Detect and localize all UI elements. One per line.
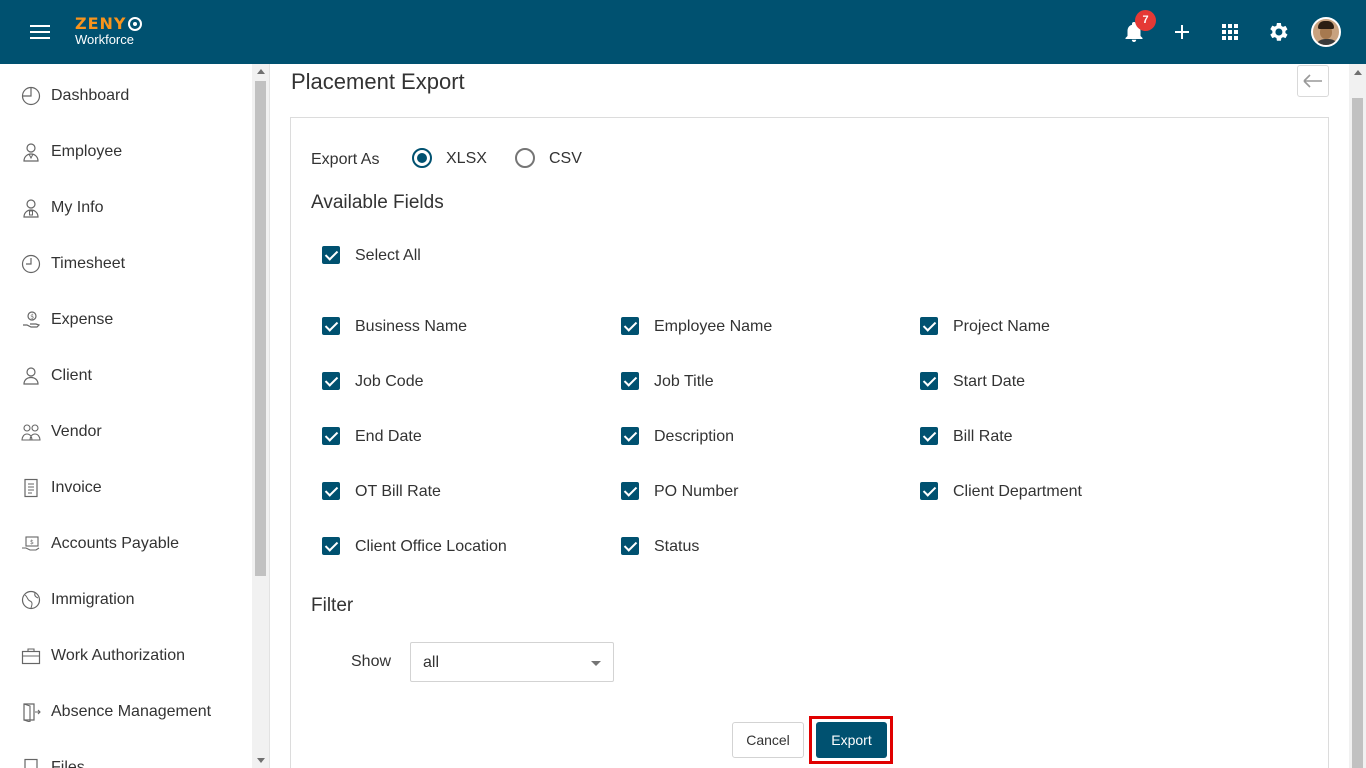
sidebar-item-files[interactable]: Files xyxy=(0,740,252,768)
sidebar-item-vendor[interactable]: Vendor xyxy=(0,404,252,460)
radio-xlsx-label[interactable]: XLSX xyxy=(446,150,487,168)
my-info-icon xyxy=(23,199,39,218)
sidebar-item-immigration[interactable]: Immigration xyxy=(0,572,252,628)
field-label[interactable]: Status xyxy=(654,538,699,556)
svg-text:$: $ xyxy=(30,539,34,546)
filter-heading: Filter xyxy=(311,595,354,616)
svg-text:$: $ xyxy=(30,314,34,321)
export-button[interactable]: Export xyxy=(816,722,887,758)
select-all-checkbox[interactable] xyxy=(322,246,340,264)
files-icon xyxy=(24,758,38,768)
accounts-payable-icon: $ xyxy=(22,536,40,551)
sidebar-scrollbar[interactable] xyxy=(252,64,269,768)
top-bar: ZENY Workforce 7 xyxy=(0,0,1366,64)
field-checkbox-end-date[interactable] xyxy=(322,427,340,445)
field-label[interactable]: Description xyxy=(654,428,734,446)
scroll-down-arrow-icon[interactable] xyxy=(257,758,265,763)
exit-door-icon xyxy=(23,703,41,722)
field-checkbox-job-code[interactable] xyxy=(322,372,340,390)
field-label[interactable]: End Date xyxy=(355,428,422,446)
field-label[interactable]: Client Department xyxy=(953,483,1082,501)
field-checkbox-start-date[interactable] xyxy=(920,372,938,390)
field-checkbox-bill-rate[interactable] xyxy=(920,427,938,445)
export-as-label: Export As xyxy=(311,151,380,168)
field-label[interactable]: Job Title xyxy=(654,373,714,391)
briefcase-icon xyxy=(21,648,41,665)
sidebar: Dashboard Employee My Info Timesheet $ E… xyxy=(0,64,270,768)
field-label[interactable]: Business Name xyxy=(355,318,467,336)
sidebar-item-employee[interactable]: Employee xyxy=(0,124,252,180)
person-icon xyxy=(23,367,39,385)
sidebar-item-expense[interactable]: $ Expense xyxy=(0,292,252,348)
cancel-button[interactable]: Cancel xyxy=(732,722,804,758)
field-label[interactable]: Project Name xyxy=(953,318,1050,336)
field-checkbox-employee-name[interactable] xyxy=(621,317,639,335)
field-checkbox-business-name[interactable] xyxy=(322,317,340,335)
sidebar-item-timesheet[interactable]: Timesheet xyxy=(0,236,252,292)
field-checkbox-client-department[interactable] xyxy=(920,482,938,500)
sidebar-item-client[interactable]: Client xyxy=(0,348,252,404)
field-label[interactable]: Start Date xyxy=(953,373,1025,391)
field-label[interactable]: Employee Name xyxy=(654,318,772,336)
sidebar-item-invoice[interactable]: Invoice xyxy=(0,460,252,516)
show-select[interactable]: all xyxy=(410,642,614,682)
select-all-label[interactable]: Select All xyxy=(355,247,421,265)
main-scrollbar[interactable] xyxy=(1349,64,1366,768)
field-checkbox-po-number[interactable] xyxy=(621,482,639,500)
clock-icon xyxy=(21,254,41,274)
field-label[interactable]: Bill Rate xyxy=(953,428,1013,446)
available-fields-heading: Available Fields xyxy=(311,192,444,213)
sidebar-item-dashboard[interactable]: Dashboard xyxy=(0,68,252,124)
expense-icon: $ xyxy=(23,311,41,328)
dashboard-icon xyxy=(21,86,41,106)
arrow-left-icon xyxy=(1303,74,1322,88)
show-select-value: all xyxy=(423,654,440,671)
scroll-up-arrow-icon[interactable] xyxy=(1354,70,1362,75)
radio-xlsx[interactable] xyxy=(412,148,432,168)
field-checkbox-description[interactable] xyxy=(621,427,639,445)
chevron-down-icon xyxy=(591,661,601,666)
field-checkbox-client-office-location[interactable] xyxy=(322,537,340,555)
apps-grid-icon[interactable] xyxy=(1218,20,1242,44)
page-title: Placement Export xyxy=(291,69,465,94)
back-button[interactable] xyxy=(1297,65,1329,97)
logo-badge-icon xyxy=(127,17,142,31)
field-label[interactable]: PO Number xyxy=(654,483,738,501)
sidebar-item-my-info[interactable]: My Info xyxy=(0,180,252,236)
employee-icon xyxy=(23,143,39,162)
plus-icon[interactable] xyxy=(1170,20,1194,44)
sidebar-item-absence-management[interactable]: Absence Management xyxy=(0,684,252,740)
vendor-icon xyxy=(21,424,41,441)
notification-count-badge: 7 xyxy=(1135,10,1156,31)
field-label[interactable]: Client Office Location xyxy=(355,538,507,556)
sidebar-scroll-thumb[interactable] xyxy=(255,81,266,576)
field-label[interactable]: OT Bill Rate xyxy=(355,483,441,501)
avatar[interactable] xyxy=(1311,17,1341,47)
field-label[interactable]: Job Code xyxy=(355,373,424,391)
menu-icon[interactable] xyxy=(30,25,50,41)
scroll-up-arrow-icon[interactable] xyxy=(257,69,265,74)
radio-csv[interactable] xyxy=(515,148,535,168)
show-label: Show xyxy=(351,653,392,670)
globe-icon xyxy=(21,590,41,610)
sidebar-item-work-authorization[interactable]: Work Authorization xyxy=(0,628,252,684)
logo[interactable]: ZENY Workforce xyxy=(75,16,142,46)
sidebar-item-accounts-payable[interactable]: $ Accounts Payable xyxy=(0,516,252,572)
main-scroll-thumb[interactable] xyxy=(1352,98,1363,768)
gear-icon[interactable] xyxy=(1266,20,1290,44)
radio-csv-label[interactable]: CSV xyxy=(549,150,582,168)
field-checkbox-status[interactable] xyxy=(621,537,639,555)
field-checkbox-job-title[interactable] xyxy=(621,372,639,390)
invoice-icon xyxy=(24,478,38,498)
field-checkbox-ot-bill-rate[interactable] xyxy=(322,482,340,500)
field-checkbox-project-name[interactable] xyxy=(920,317,938,335)
